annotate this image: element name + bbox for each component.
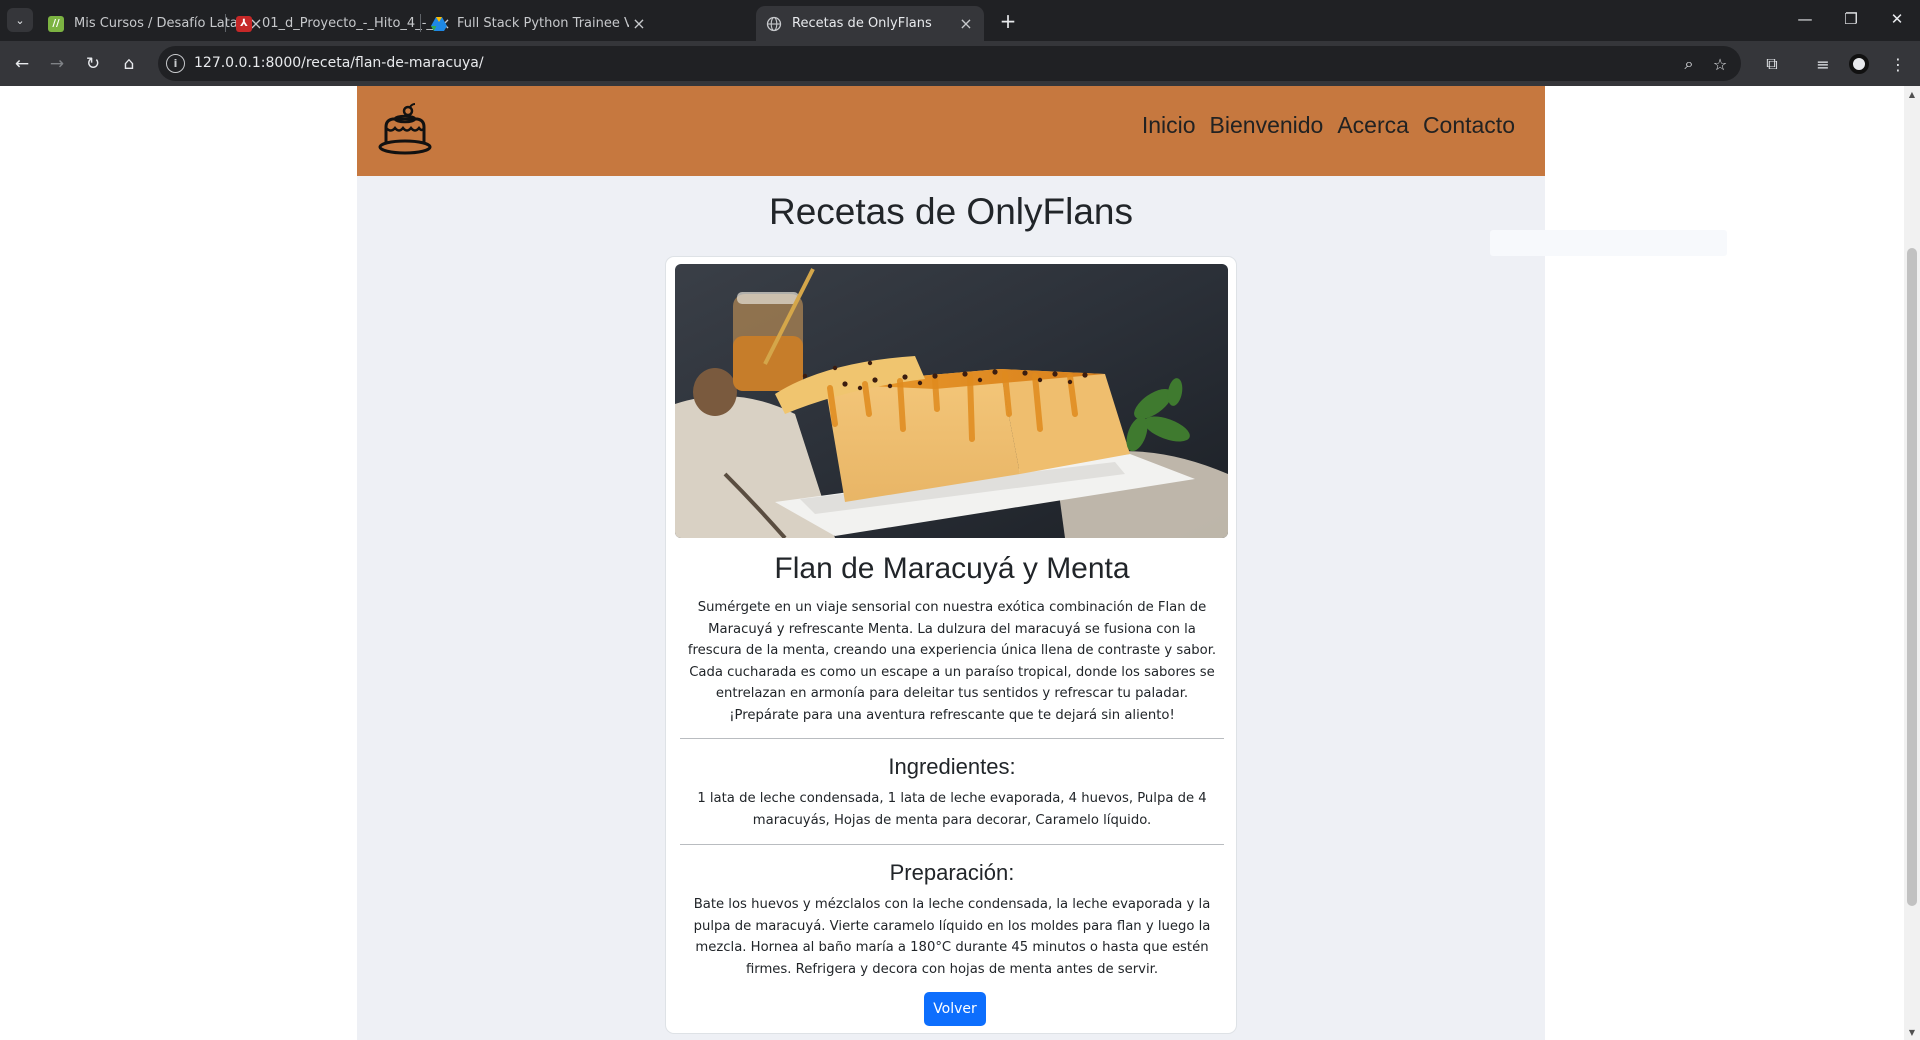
back-arrow-icon[interactable]: ← (8, 50, 36, 78)
nav-link-bienvenido[interactable]: Bienvenido (1210, 112, 1324, 139)
page-title: Recetas de OnlyFlans (768, 191, 1133, 232)
media-controls-icon[interactable]: ≡ (1809, 50, 1837, 78)
close-window-icon[interactable]: ✕ (1874, 0, 1920, 38)
globe-favicon-icon (766, 16, 782, 32)
tab-title: Mis Cursos / Desafío Latam (74, 16, 246, 31)
browser-tab-3[interactable]: Full Stack Python Trainee V2.0 G × (421, 6, 657, 41)
restore-window-icon[interactable]: ❐ (1828, 0, 1874, 38)
menu-kebab-icon[interactable]: ⋮ (1884, 50, 1912, 78)
vertical-scrollbar[interactable]: ▲ ▼ (1904, 86, 1920, 1040)
latam-favicon-icon: // (48, 15, 64, 32)
preparation-heading: Preparación: (889, 860, 1015, 885)
nav-link-contacto[interactable]: Contacto (1423, 112, 1515, 139)
minimize-window-icon[interactable]: — (1782, 0, 1828, 38)
new-tab-plus-icon[interactable]: + (995, 9, 1021, 33)
url-text[interactable]: 127.0.0.1:8000/receta/flan-de-maracuya/ (194, 55, 484, 71)
tab-search-chevron-icon[interactable]: ⌄ (7, 8, 33, 32)
scroll-down-arrow-icon[interactable]: ▼ (1904, 1024, 1920, 1040)
browser-tab-4-active[interactable]: Recetas de OnlyFlans × (756, 6, 984, 41)
reload-icon[interactable]: ↻ (79, 50, 107, 78)
tab-title: Full Stack Python Trainee V2.0 G (457, 16, 629, 31)
extensions-puzzle-icon[interactable]: ⧉ (1758, 50, 1786, 78)
close-tab-icon[interactable]: × (956, 14, 976, 34)
recipe-description: Sumérgete en un viaje sensorial con nues… (687, 600, 1217, 723)
recipe-card: Flan de Maracuyá y Menta Sumérgete en un… (665, 256, 1237, 1034)
scrollbar-thumb[interactable] (1907, 248, 1917, 906)
page-container: Inicio Bienvenido Acerca Contacto Receta… (357, 86, 1545, 1040)
ingredients-heading: Ingredientes: (888, 754, 1016, 779)
forward-arrow-icon[interactable]: → (43, 50, 71, 78)
nav-link-inicio[interactable]: Inicio (1142, 112, 1196, 139)
home-icon[interactable]: ⌂ (115, 50, 143, 78)
back-button[interactable]: Volver (924, 992, 986, 1026)
close-tab-icon[interactable]: × (629, 14, 649, 34)
drive-favicon-icon (431, 16, 447, 32)
zoom-magnifier-icon[interactable]: ⌕ (1677, 52, 1701, 76)
pdf-favicon-icon: ⅄ (236, 15, 252, 32)
site-navbar: Inicio Bienvenido Acerca Contacto (357, 86, 1545, 176)
faint-overlay-box (1490, 230, 1727, 256)
browser-toolbar: ← → ↻ ⌂ i 127.0.0.1:8000/receta/flan-de-… (0, 41, 1920, 86)
profile-avatar-icon[interactable] (1849, 54, 1869, 74)
preparation-text: Bate los huevos y mézclalos con la leche… (693, 897, 1211, 977)
recipe-image (675, 264, 1228, 538)
site-info-icon[interactable]: i (166, 54, 185, 73)
bookmark-star-icon[interactable]: ☆ (1708, 52, 1732, 76)
nav-link-acerca[interactable]: Acerca (1337, 112, 1409, 139)
flan-cake-logo-icon[interactable] (377, 102, 433, 156)
recipe-title: Flan de Maracuyá y Menta (774, 552, 1130, 585)
address-bar[interactable]: i 127.0.0.1:8000/receta/flan-de-maracuya… (158, 46, 1741, 81)
page-viewport: Inicio Bienvenido Acerca Contacto Receta… (0, 86, 1904, 1040)
ingredients-text: 1 lata de leche condensada, 1 lata de le… (697, 791, 1207, 828)
browser-tab-bar: ⌄ // Mis Cursos / Desafío Latam × ⅄ 01_d… (0, 0, 1920, 41)
nav-links: Inicio Bienvenido Acerca Contacto (1142, 112, 1515, 139)
tab-title: Recetas de OnlyFlans (792, 16, 932, 31)
section-divider (680, 844, 1224, 845)
tab-title: 01_d_Proyecto_-_Hito_4_-_Man (262, 16, 434, 31)
scroll-up-arrow-icon[interactable]: ▲ (1904, 86, 1920, 102)
section-divider (680, 738, 1224, 739)
